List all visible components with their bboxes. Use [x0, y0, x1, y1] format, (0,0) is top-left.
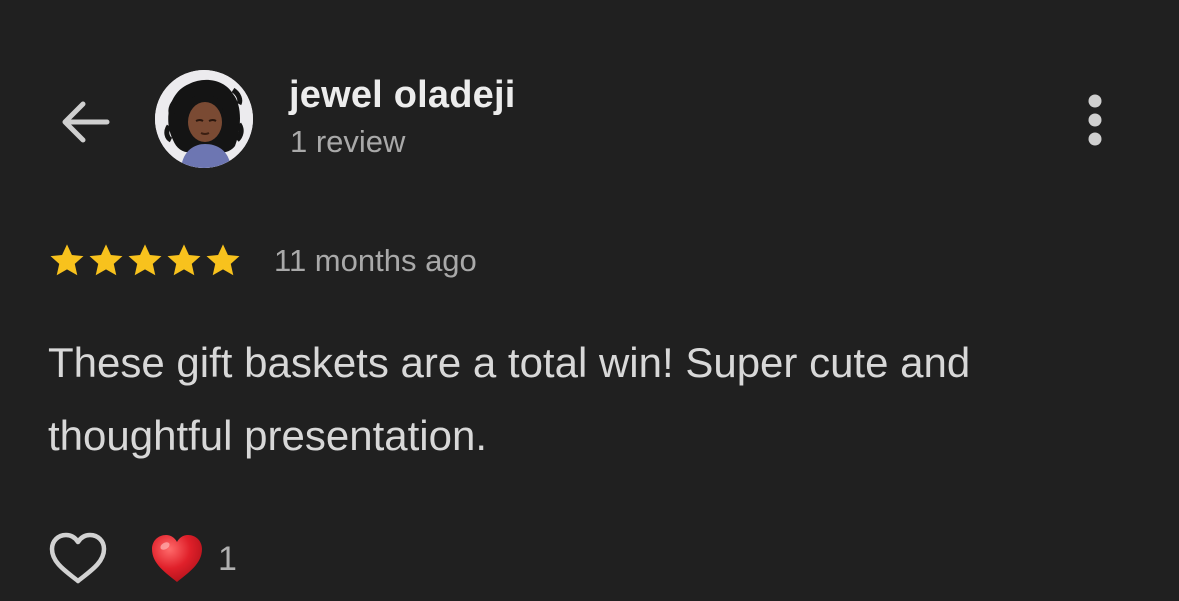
user-avatar-illustration: [155, 70, 253, 168]
avatar[interactable]: [155, 70, 253, 168]
reviewer-name[interactable]: jewel oladeji: [289, 74, 515, 117]
star-icon: [206, 244, 240, 276]
rating-row: 11 months ago: [48, 236, 477, 286]
red-heart-icon: [152, 535, 202, 582]
star-icon: [50, 244, 84, 276]
star-icon: [89, 244, 123, 276]
arrow-left-icon: [62, 101, 110, 143]
reviewer-review-count: 1 review: [290, 124, 406, 159]
star-icon: [167, 244, 201, 276]
review-timestamp: 11 months ago: [274, 243, 477, 278]
review-body: These gift baskets are a total win! Supe…: [48, 339, 971, 459]
reaction-count: 1: [218, 539, 237, 578]
more-vertical-icon: [1088, 94, 1102, 146]
like-button[interactable]: [46, 529, 110, 589]
star-rating: [48, 242, 243, 280]
review-header: jewel oladeji 1 review: [0, 0, 1179, 200]
back-button[interactable]: [52, 90, 116, 154]
review-actions: 1: [46, 528, 237, 590]
star-icon: [128, 244, 162, 276]
heart-reaction[interactable]: 1: [150, 533, 237, 585]
more-options-button[interactable]: [1072, 90, 1118, 150]
heart-outline-icon: [49, 532, 107, 584]
